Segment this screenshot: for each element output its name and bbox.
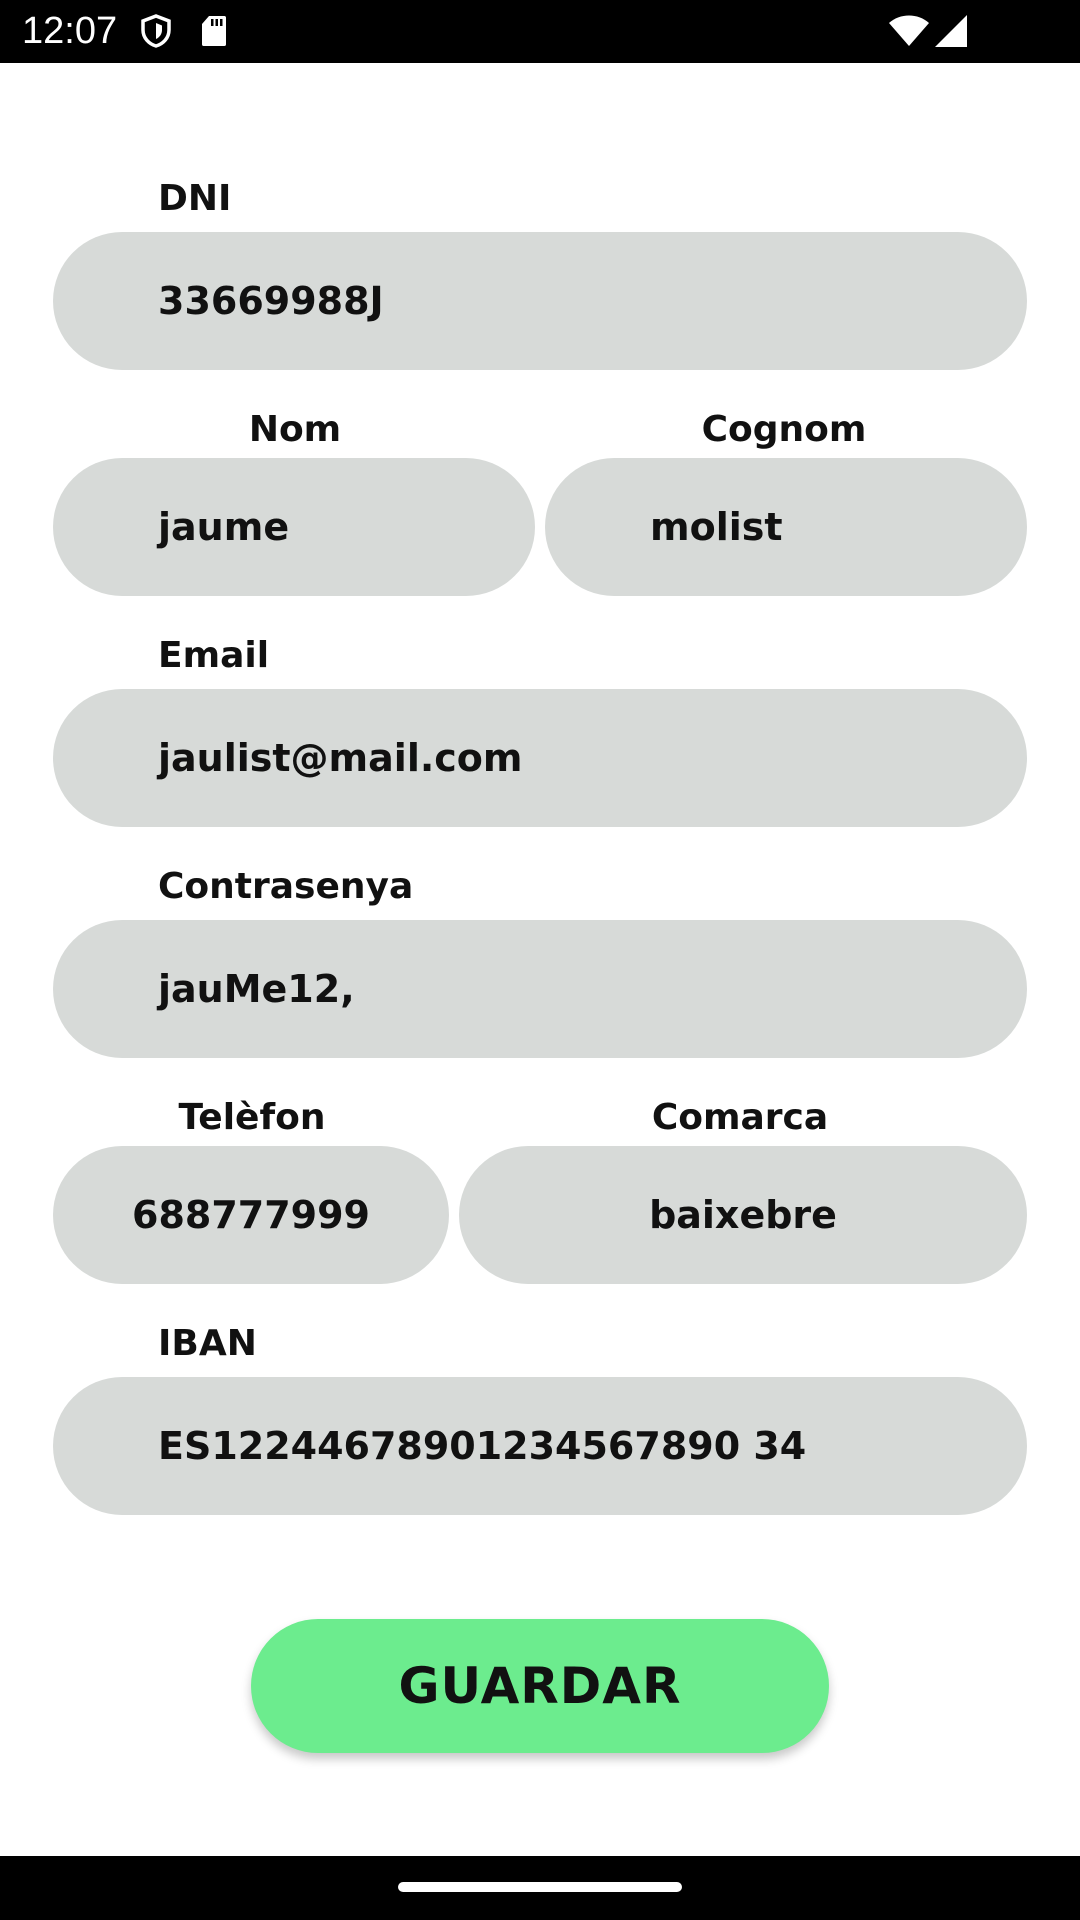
- email-label: Email: [158, 635, 270, 676]
- nom-field[interactable]: jaume: [53, 458, 535, 596]
- home-handle[interactable]: [398, 1882, 682, 1892]
- comarca-label: Comarca: [651, 1097, 829, 1138]
- sd-card-icon: [202, 16, 226, 46]
- shield-icon: [141, 14, 171, 48]
- telefon-value: 688777999: [132, 1193, 370, 1237]
- wifi-icon: [889, 15, 929, 46]
- iban-label: IBAN: [158, 1323, 257, 1364]
- cognom-label: Cognom: [701, 409, 867, 450]
- contrasenya-value: jauMe12,: [158, 967, 355, 1011]
- cognom-field[interactable]: molist: [545, 458, 1027, 596]
- dni-value: 33669988J: [158, 279, 384, 323]
- comarca-value: baixebre: [649, 1193, 837, 1237]
- email-value: jaulist@mail.com: [158, 736, 523, 780]
- email-field[interactable]: jaulist@mail.com: [53, 689, 1027, 827]
- nom-label: Nom: [248, 409, 342, 450]
- contrasenya-label: Contrasenya: [158, 866, 414, 907]
- save-button-label: GUARDAR: [398, 1657, 682, 1715]
- cognom-value: molist: [650, 505, 783, 549]
- cellular-signal-icon: [935, 15, 967, 47]
- nom-value: jaume: [158, 505, 290, 549]
- contrasenya-field[interactable]: jauMe12,: [53, 920, 1027, 1058]
- dni-field[interactable]: 33669988J: [53, 232, 1027, 370]
- telefon-label: Telèfon: [178, 1097, 326, 1138]
- save-button[interactable]: GUARDAR: [251, 1619, 829, 1753]
- status-bar: 12:07: [0, 0, 1080, 63]
- status-time: 12:07: [22, 10, 118, 52]
- iban-field[interactable]: ES12244678901234567890 34: [53, 1377, 1027, 1515]
- iban-value: ES12244678901234567890 34: [158, 1424, 807, 1468]
- dni-label: DNI: [158, 178, 232, 219]
- navigation-bar: [0, 1856, 1080, 1920]
- comarca-field[interactable]: baixebre: [459, 1146, 1027, 1284]
- telefon-field[interactable]: 688777999: [53, 1146, 449, 1284]
